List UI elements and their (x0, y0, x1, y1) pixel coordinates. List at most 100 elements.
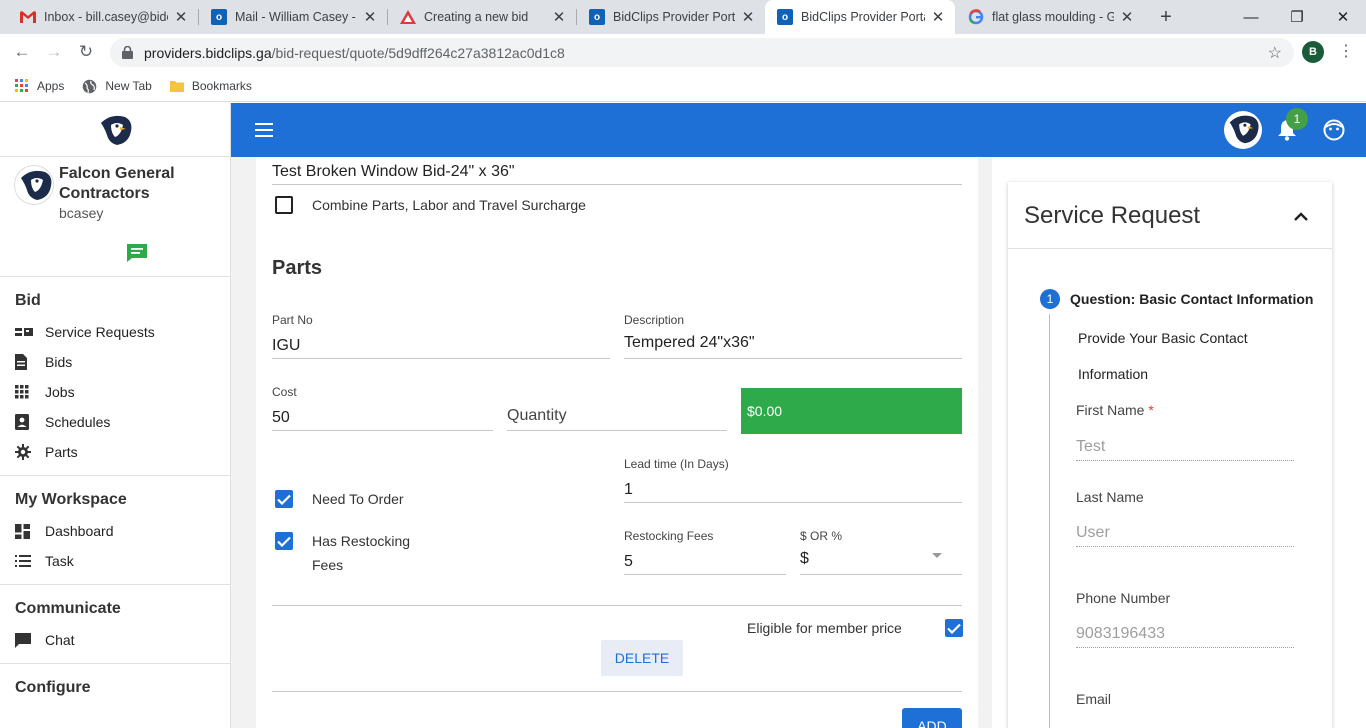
cost-input[interactable]: 50 (272, 409, 290, 427)
gear-icon (15, 444, 35, 460)
first-name-input[interactable]: Test (1076, 438, 1294, 461)
reload-icon[interactable]: ↻ (74, 40, 98, 64)
first-name-label-text: First Name (1076, 402, 1145, 418)
browser-tab-google-search[interactable]: flat glass moulding - Google Search ✕ (956, 0, 1144, 34)
sidebar-heading: Bid (15, 292, 41, 309)
url-path: /bid-request/quote/5d9dff264c27a3812ac0d… (271, 44, 565, 61)
need-to-order-checkbox[interactable] (275, 490, 293, 508)
outlook-icon: o (211, 9, 227, 25)
service-request-card: Service Request 1 Question: Basic Contac… (1008, 182, 1332, 728)
close-icon[interactable]: ✕ (1120, 8, 1134, 26)
tab-title: flat glass moulding - Google Search (992, 10, 1114, 24)
browser-tab-outlook-mail[interactable]: o Mail - William Casey - Outlook ✕ (199, 0, 387, 34)
sidebar-item-schedules[interactable]: Schedules (0, 407, 230, 437)
check-icon (277, 494, 291, 505)
message-icon[interactable] (126, 243, 148, 263)
step-number: 1 (1040, 289, 1060, 309)
close-icon[interactable]: ✕ (931, 8, 945, 26)
lead-time-input[interactable]: 1 (624, 481, 633, 499)
close-icon[interactable]: ✕ (741, 8, 755, 26)
sidebar-item-task[interactable]: Task (0, 546, 230, 576)
description-input[interactable]: Tempered 24"x36" (624, 334, 755, 352)
close-icon[interactable]: ✕ (363, 8, 377, 26)
bookmarks-bar: Apps New Tab Bookmarks (0, 71, 1366, 102)
brand-logo[interactable] (1224, 111, 1262, 149)
has-restocking-label-line2: Fees (312, 557, 344, 573)
sidebar-item-chat[interactable]: Chat (0, 625, 230, 655)
app-header: 1 (231, 103, 1366, 157)
sidebar-item-parts[interactable]: Parts (0, 437, 230, 467)
lock-icon (120, 46, 134, 59)
tab-title: Creating a new bid (424, 10, 529, 24)
part-no-input[interactable]: IGU (272, 337, 300, 355)
bookmark-bookmarks-folder[interactable]: Bookmarks (169, 79, 252, 93)
phone-number-label: Phone Number (1076, 590, 1171, 606)
need-to-order-label: Need To Order (312, 491, 404, 507)
company-avatar[interactable] (14, 165, 54, 205)
first-name-label: First Name * (1076, 402, 1154, 418)
check-icon (947, 623, 961, 634)
back-arrow-icon[interactable]: ← (10, 40, 34, 64)
delete-button[interactable]: DELETE (601, 640, 683, 676)
sidebar-heading: My Workspace (15, 491, 127, 508)
dollar-or-percent-select[interactable]: $ (800, 550, 809, 568)
bookmark-apps[interactable]: Apps (15, 79, 64, 93)
sidebar-item-service-requests[interactable]: Service Requests (0, 317, 230, 347)
new-tab-button[interactable]: + (1154, 5, 1178, 29)
username: bcasey (59, 205, 104, 221)
sidebar-item-bids[interactable]: Bids (0, 347, 230, 377)
dropdown-arrow-icon[interactable] (932, 553, 942, 558)
sidebar-section-bid: Bid Service Requests Bids Jobs Schedules… (0, 277, 230, 476)
address-bar[interactable]: providers.bidclips.ga/bid-request/quote/… (110, 38, 1294, 67)
chat-icon (15, 632, 35, 648)
close-icon[interactable]: ✕ (552, 8, 566, 26)
quantity-input[interactable]: Quantity (507, 407, 567, 425)
browser-tab-strip: Inbox - bill.casey@bidclips ✕ o Mail - W… (0, 0, 1366, 34)
chevron-up-icon[interactable] (1294, 208, 1310, 221)
dollar-or-percent-label: $ OR % (800, 529, 843, 543)
last-name-input[interactable]: User (1076, 524, 1294, 547)
eligible-member-price-checkbox[interactable] (945, 619, 963, 637)
browser-tab-creating-bid[interactable]: Creating a new bid ✕ (388, 0, 576, 34)
sidebar-item-label: Dashboard (45, 523, 114, 539)
sidebar-item-dashboard[interactable]: Dashboard (0, 516, 230, 546)
menu-icon[interactable] (255, 123, 273, 137)
bid-title-field[interactable]: Test Broken Window Bid-24" x 36" (272, 163, 515, 181)
phone-number-input[interactable]: 9083196433 (1076, 625, 1294, 648)
required-mark: * (1148, 402, 1154, 418)
dashboard-icon (15, 523, 35, 539)
browser-menu-icon[interactable]: ⋮ (1336, 41, 1356, 63)
restore-icon[interactable]: ❐ (1274, 0, 1320, 34)
minimize-icon[interactable]: — (1228, 0, 1274, 34)
sidebar-item-jobs[interactable]: Jobs (0, 377, 230, 407)
company-name: Falcon General Contractors (59, 165, 175, 202)
has-restocking-checkbox[interactable] (275, 532, 293, 550)
add-button[interactable]: ADD (902, 708, 962, 728)
google-icon (968, 9, 984, 25)
browser-tab-bidclips-1[interactable]: o BidClips Provider Portal ✕ (577, 0, 765, 34)
sidebar-item-label: Chat (45, 632, 75, 648)
falcon-logo-icon (1229, 115, 1259, 144)
creating-bid-icon (400, 9, 416, 25)
main-content: Test Broken Window Bid-24" x 36" Combine… (231, 157, 1366, 728)
id-card-icon (15, 324, 35, 340)
outlook-icon: o (589, 9, 605, 25)
service-request-header[interactable]: Service Request (1008, 182, 1332, 249)
forward-arrow-icon[interactable]: → (42, 40, 66, 64)
step-connector (1049, 314, 1050, 728)
tab-title: BidClips Provider Portal (801, 10, 925, 24)
bookmark-new-tab[interactable]: New Tab (82, 79, 152, 94)
combine-checkbox[interactable] (275, 196, 293, 214)
folder-icon (169, 80, 184, 92)
sidebar-logo[interactable] (0, 103, 230, 157)
restocking-fees-input[interactable]: 5 (624, 553, 633, 571)
star-icon[interactable]: ☆ (1268, 43, 1282, 63)
browser-tab-bidclips-active[interactable]: o BidClips Provider Portal ✕ (765, 0, 955, 34)
browser-tab-gmail[interactable]: Inbox - bill.casey@bidclips ✕ (8, 0, 198, 34)
profile-avatar[interactable]: B (1302, 41, 1324, 63)
tab-title: BidClips Provider Portal (613, 10, 735, 24)
close-icon[interactable]: ✕ (174, 8, 188, 26)
window-close-icon[interactable]: ✕ (1320, 0, 1366, 34)
step-description-line1: Provide Your Basic Contact (1078, 330, 1248, 346)
account-face-icon[interactable] (1323, 119, 1345, 141)
